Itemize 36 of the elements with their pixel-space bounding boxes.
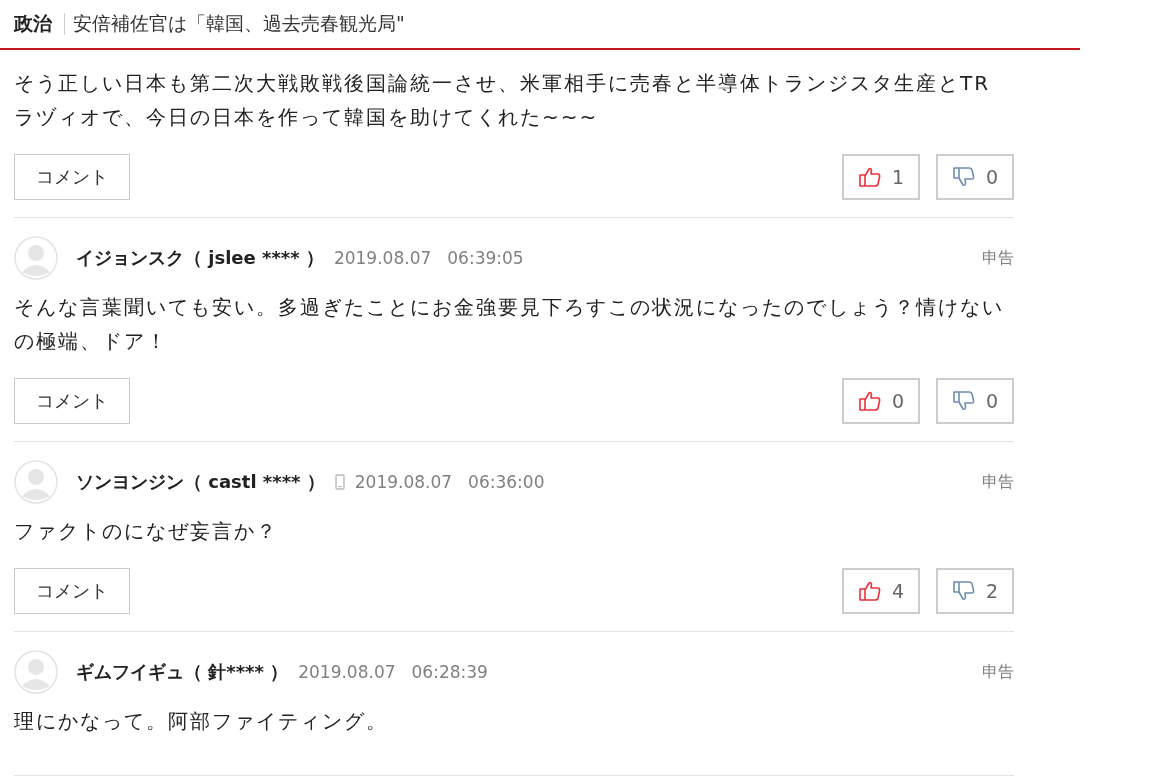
thumbs-up-icon [857, 165, 882, 189]
comment-text: そんな言葉聞いても安い。多過ぎたことにお金強要見下ろすこの状況になったのでしょう？情けないの極端、ドア！ [14, 294, 1005, 355]
reply-button[interactable]: コメント [14, 154, 130, 200]
dislike-button[interactable]: 0 [936, 154, 1014, 200]
reply-button[interactable]: コメント [14, 568, 130, 614]
author-name: イジョンスク（ jslee **** ） [76, 246, 324, 270]
article-title: 安倍補佐官は「韓国、過去売春観光局" [73, 11, 405, 36]
avatar-icon [14, 650, 58, 694]
report-link[interactable]: 申告 [982, 661, 1014, 683]
report-link[interactable]: 申告 [982, 471, 1014, 493]
thumbs-down-icon [951, 165, 976, 189]
comment-time: 06:39:05 [447, 248, 524, 268]
comment-date: 2019.08.07 [354, 472, 453, 492]
dislike-button[interactable]: 0 [936, 378, 1014, 424]
thumbs-down-icon [951, 389, 976, 413]
report-link[interactable]: 申告 [982, 247, 1014, 269]
like-button[interactable]: 4 [842, 568, 920, 614]
reply-button[interactable]: コメント [14, 378, 130, 424]
comment-text: ファクトのになぜ妄言か？ [14, 518, 279, 545]
like-button[interactable]: 0 [842, 378, 920, 424]
avatar-icon [14, 236, 58, 280]
comment-date: 2019.08.07 [333, 248, 432, 268]
comment-time: 06:36:00 [468, 472, 545, 492]
dislike-button[interactable]: 2 [936, 568, 1014, 614]
comment-time: 06:28:39 [411, 662, 488, 682]
author-name: ソンヨンジン（ castl **** ） [76, 470, 325, 494]
thumbs-up-icon [857, 579, 882, 603]
comment-date: 2019.08.07 [298, 662, 396, 682]
author-name: ギムフイギュ（ 針**** ） [76, 660, 289, 684]
thumbs-down-icon [951, 579, 976, 603]
avatar-icon [14, 460, 58, 504]
like-button[interactable]: 1 [842, 154, 920, 200]
category-label[interactable]: 政治 [14, 11, 52, 37]
comment-text: そう正しい日本も第二次大戦敗戦後国論統一させ、米軍相手に売春と半導体トランジスタ生産とTRラヅィオで、今日の日本を作って韓国を助けてくれた~~~ [14, 70, 992, 131]
thumbs-up-icon [857, 389, 882, 413]
comment-text: 理にかなって。阿部ファイティング。 [14, 708, 389, 735]
